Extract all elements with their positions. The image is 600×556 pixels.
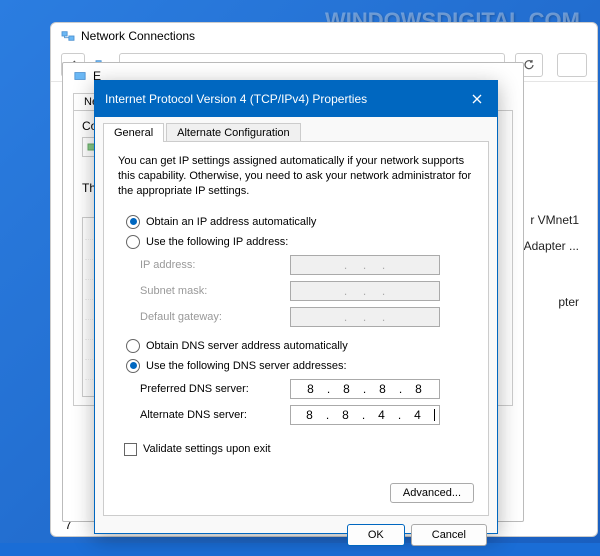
validate-label: Validate settings upon exit xyxy=(143,443,271,455)
desktop-background: WINDOWSDIGITAL.COM Network Connections n… xyxy=(0,0,600,543)
input-preferred-dns[interactable]: 8. 8. 8. 8 xyxy=(290,379,440,399)
validate-checkbox-row[interactable]: Validate settings upon exit xyxy=(118,443,474,456)
radio-icon xyxy=(126,339,140,353)
input-alternate-dns[interactable]: 8. 8. 4. 4 xyxy=(290,405,440,425)
ip-radio-group: Obtain an IP address automatically Use t… xyxy=(118,215,474,327)
dialog-titlebar: Internet Protocol Version 4 (TCP/IPv4) P… xyxy=(95,81,497,117)
radio-icon xyxy=(126,359,140,373)
label-alternate-dns: Alternate DNS server: xyxy=(140,409,290,421)
dialog-tabs: General Alternate Configuration xyxy=(95,117,497,142)
bg-item-pter: pter xyxy=(558,295,579,309)
label-preferred-dns: Preferred DNS server: xyxy=(140,383,290,395)
ethernet-icon xyxy=(73,70,87,82)
dialog-buttons: OK Cancel xyxy=(95,524,497,556)
advanced-button[interactable]: Advanced... xyxy=(390,483,474,503)
radio-label: Use the following IP address: xyxy=(146,236,288,248)
radio-dns-auto[interactable]: Obtain DNS server address automatically xyxy=(118,339,474,353)
input-default-gateway: . . . xyxy=(290,307,440,327)
radio-label: Use the following DNS server addresses: xyxy=(146,360,347,372)
info-text: You can get IP settings assigned automat… xyxy=(118,154,474,199)
label-ip-address: IP address: xyxy=(140,259,290,271)
radio-icon xyxy=(126,235,140,249)
tab-alternate-configuration[interactable]: Alternate Configuration xyxy=(166,123,301,142)
tab-body-general: You can get IP settings assigned automat… xyxy=(103,141,489,516)
window-title: Network Connections xyxy=(81,29,195,43)
radio-label: Obtain DNS server address automatically xyxy=(146,340,348,352)
input-ip-address: . . . xyxy=(290,255,440,275)
dialog-title: Internet Protocol Version 4 (TCP/IPv4) P… xyxy=(105,92,367,106)
ipv4-properties-dialog: Internet Protocol Version 4 (TCP/IPv4) P… xyxy=(94,80,498,534)
window-title-bar: Network Connections xyxy=(51,23,597,49)
network-icon xyxy=(61,30,75,42)
dns-radio-group: Obtain DNS server address automatically … xyxy=(118,339,474,425)
search-box[interactable] xyxy=(557,53,587,77)
checkbox-icon xyxy=(124,443,137,456)
tab-general[interactable]: General xyxy=(103,123,164,142)
input-subnet-mask: . . . xyxy=(290,281,440,301)
label-default-gateway: Default gateway: xyxy=(140,311,290,323)
bg-item-adapter: Adapter ... xyxy=(524,239,579,253)
label-subnet-mask: Subnet mask: xyxy=(140,285,290,297)
radio-icon xyxy=(126,215,140,229)
close-button[interactable] xyxy=(467,89,487,109)
radio-label: Obtain an IP address automatically xyxy=(146,216,316,228)
refresh-icon xyxy=(522,58,536,72)
radio-ip-manual[interactable]: Use the following IP address: xyxy=(118,235,474,249)
close-icon xyxy=(471,93,483,105)
bg-item-vmnet1: r VMnet1 xyxy=(530,213,579,227)
radio-dns-manual[interactable]: Use the following DNS server addresses: xyxy=(118,359,474,373)
radio-ip-auto[interactable]: Obtain an IP address automatically xyxy=(118,215,474,229)
